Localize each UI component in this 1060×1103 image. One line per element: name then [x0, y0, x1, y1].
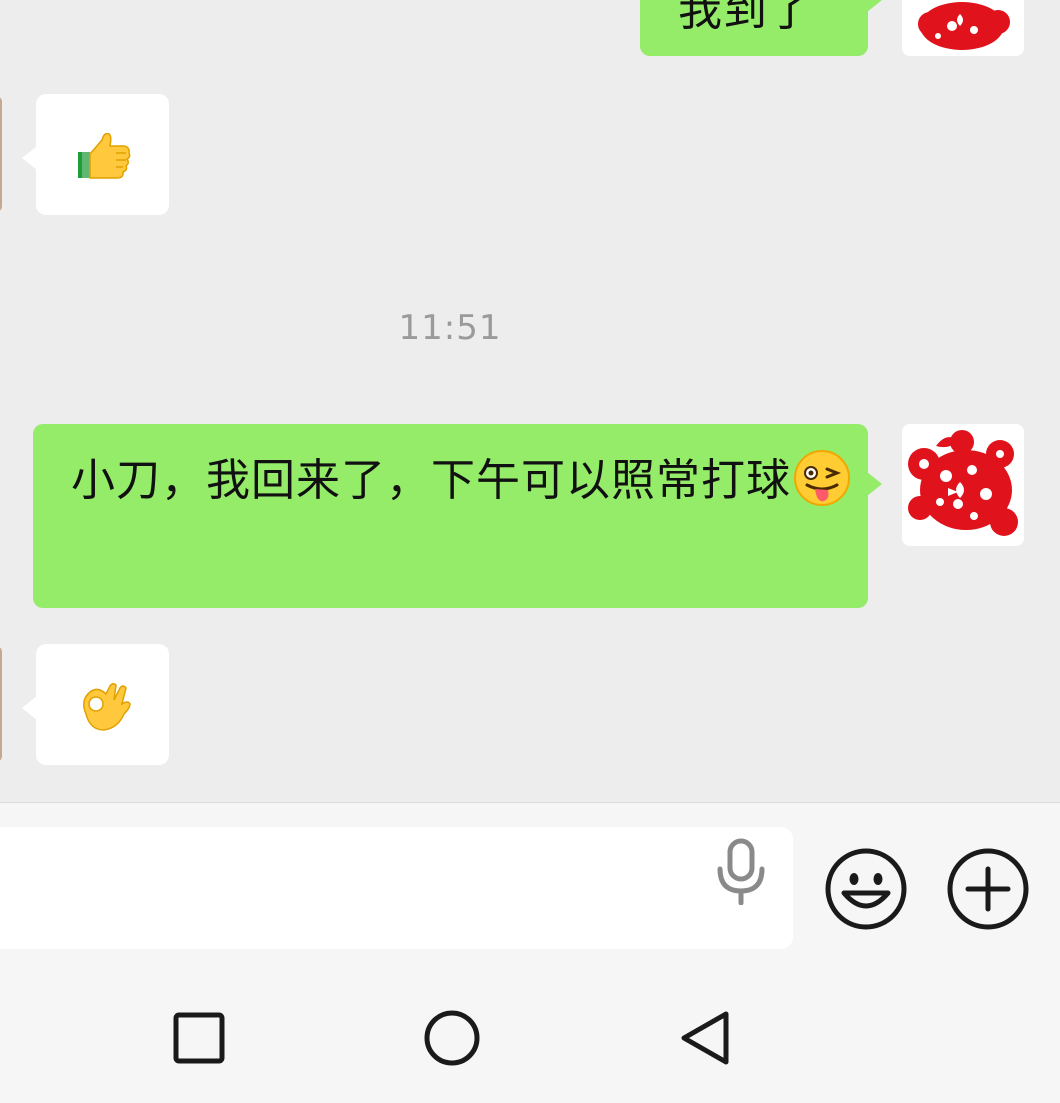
message-bubble-other-2[interactable]: [22, 644, 169, 765]
papercut-avatar-icon: [902, 424, 1024, 546]
message-text-content: 小刀，我回来了，下午可以照常打球: [71, 455, 791, 506]
thumbs-up-emoji: [76, 128, 132, 184]
ok-hand-emoji: [76, 678, 132, 734]
message-bubble-self-1[interactable]: 我到了: [640, 0, 882, 56]
smiley-icon[interactable]: [824, 847, 908, 931]
triangle-back-icon[interactable]: [676, 1008, 736, 1068]
avatar-other-1[interactable]: [0, 96, 2, 212]
message-bubble-other-1[interactable]: [22, 94, 169, 215]
message-bubble-self-2[interactable]: 小刀，我回来了，下午可以照常打球: [33, 424, 882, 608]
message-input[interactable]: [0, 827, 793, 949]
circle-icon[interactable]: [422, 1008, 482, 1068]
chat-area[interactable]: 我到了 11:51 小刀，我回来了，下午可以照常打球: [0, 0, 1060, 802]
avatar-self[interactable]: [902, 0, 1024, 56]
system-navigation-bar: [0, 952, 1060, 1103]
papercut-avatar-icon: [902, 0, 1024, 56]
message-text: 小刀，我回来了，下午可以照常打球: [71, 448, 851, 514]
input-bar: [0, 802, 1060, 953]
winking-tongue-emoji: [794, 450, 850, 506]
message-text: 我到了: [678, 0, 813, 36]
message-timestamp: 11:51: [398, 308, 502, 348]
microphone-icon[interactable]: [712, 833, 770, 906]
avatar-self[interactable]: [902, 424, 1024, 546]
plus-circle-icon[interactable]: [946, 847, 1030, 931]
avatar-other-2[interactable]: [0, 646, 2, 762]
square-icon[interactable]: [169, 1008, 229, 1068]
